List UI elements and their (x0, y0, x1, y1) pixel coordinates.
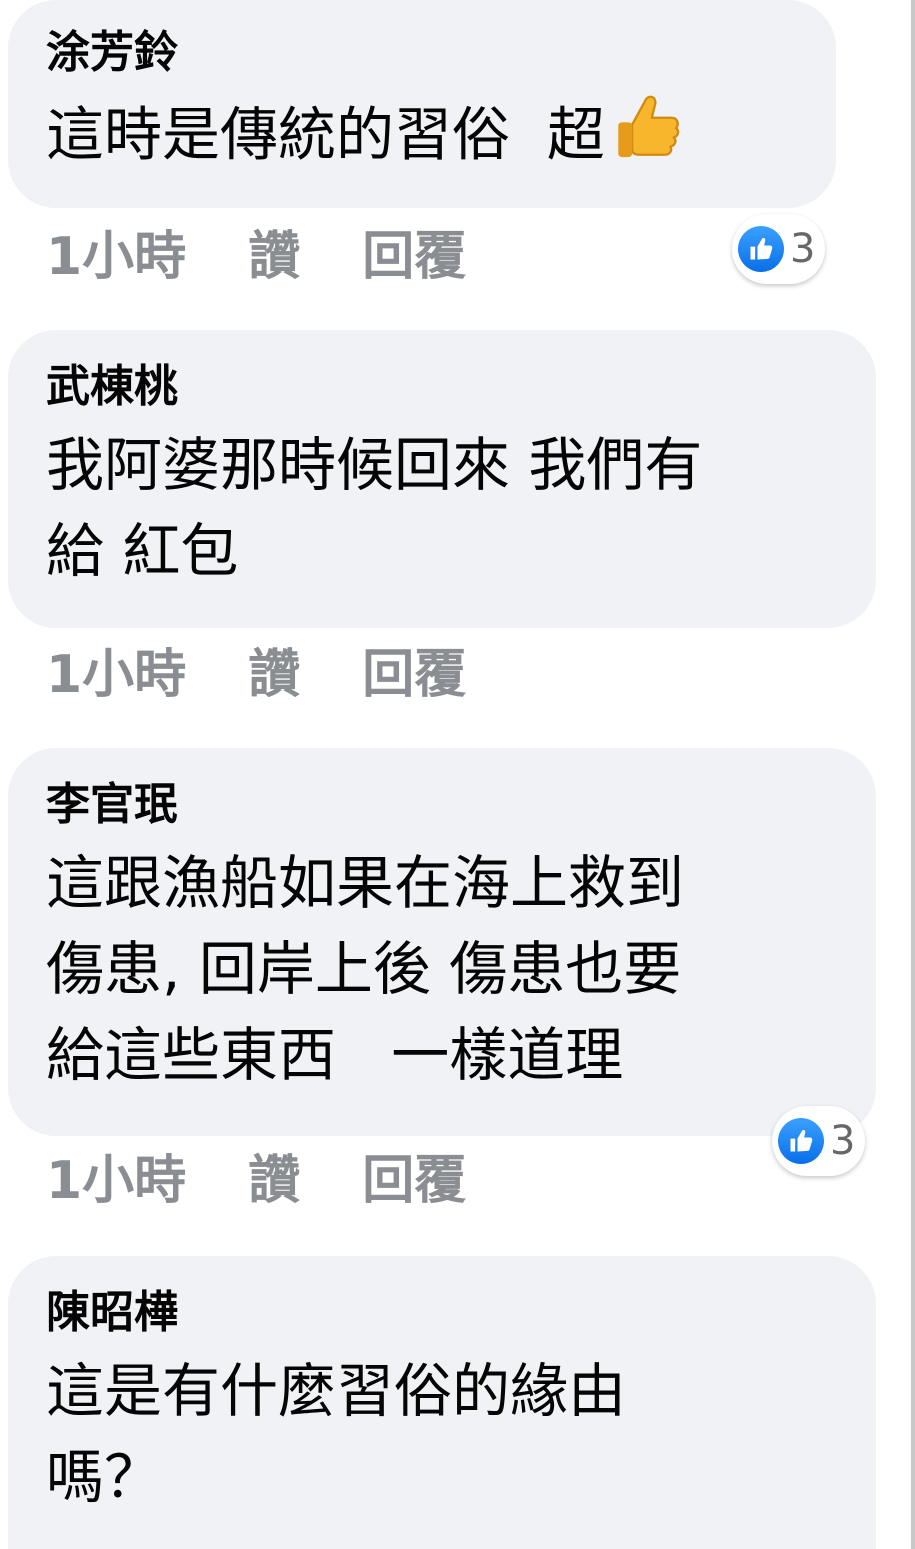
comment-author[interactable]: 李官珉 (46, 774, 846, 836)
comment-bubble: 李官珉 這跟漁船如果在海上救到 傷患, 回岸上後 傷患也要 給這些東西 一樣道理 (8, 748, 876, 1136)
comment-text: 我阿婆那時候回來 我們有 給 紅包 (46, 431, 703, 585)
page-edge (911, 0, 915, 1549)
reaction-count-pill[interactable]: 3 (772, 1106, 866, 1176)
comment-3: 李官珉 這跟漁船如果在海上救到 傷患, 回岸上後 傷患也要 給這些東西 一樣道理… (8, 748, 876, 1216)
comment-bubble: 武棟桃 我阿婆那時候回來 我們有 給 紅包 (8, 330, 876, 628)
comment-1: 涂芳鈴 這時是傳統的習俗 超 1小時 讚 回覆 3 (8, 0, 836, 292)
comment-timestamp[interactable]: 1小時 (46, 640, 186, 710)
reply-button[interactable]: 回覆 (362, 640, 466, 710)
like-button[interactable]: 讚 (248, 1146, 300, 1216)
like-reaction-icon (738, 226, 784, 272)
reply-button[interactable]: 回覆 (362, 1146, 466, 1216)
comment-actions: 1小時 讚 回覆 3 (8, 1106, 876, 1216)
comment-author[interactable]: 涂芳鈴 (46, 22, 806, 84)
comment-bubble: 涂芳鈴 這時是傳統的習俗 超 (8, 0, 836, 208)
like-button[interactable]: 讚 (248, 640, 300, 710)
comment-timestamp[interactable]: 1小時 (46, 222, 186, 292)
comment-bubble: 陳昭樺 這是有什麼習俗的緣由 嗎？ (8, 1256, 876, 1549)
comment-timestamp[interactable]: 1小時 (46, 1146, 186, 1216)
comment-2: 武棟桃 我阿婆那時候回來 我們有 給 紅包 1小時 讚 回覆 (8, 330, 876, 710)
comment-actions: 1小時 讚 回覆 3 (8, 214, 836, 292)
comment-4: 陳昭樺 這是有什麼習俗的緣由 嗎？ (8, 1256, 876, 1549)
comment-text: 這是有什麼習俗的緣由 嗎？ (46, 1357, 627, 1511)
thumbs-up-emoji-icon (609, 90, 683, 187)
reaction-count: 3 (790, 226, 816, 272)
reply-button[interactable]: 回覆 (362, 222, 466, 292)
like-reaction-icon (778, 1118, 824, 1164)
reaction-count: 3 (830, 1118, 856, 1164)
comment-author[interactable]: 武棟桃 (46, 356, 846, 418)
comment-actions: 1小時 讚 回覆 (8, 640, 876, 710)
comment-author[interactable]: 陳昭樺 (46, 1282, 846, 1344)
comment-text: 這跟漁船如果在海上救到 傷患, 回岸上後 傷患也要 給這些東西 一樣道理 (46, 849, 685, 1089)
comment-text-content: 這時是傳統的習俗 超 (46, 100, 605, 169)
reaction-count-pill[interactable]: 3 (732, 214, 826, 284)
comment-text: 這時是傳統的習俗 超 (46, 90, 806, 187)
like-button[interactable]: 讚 (248, 222, 300, 292)
